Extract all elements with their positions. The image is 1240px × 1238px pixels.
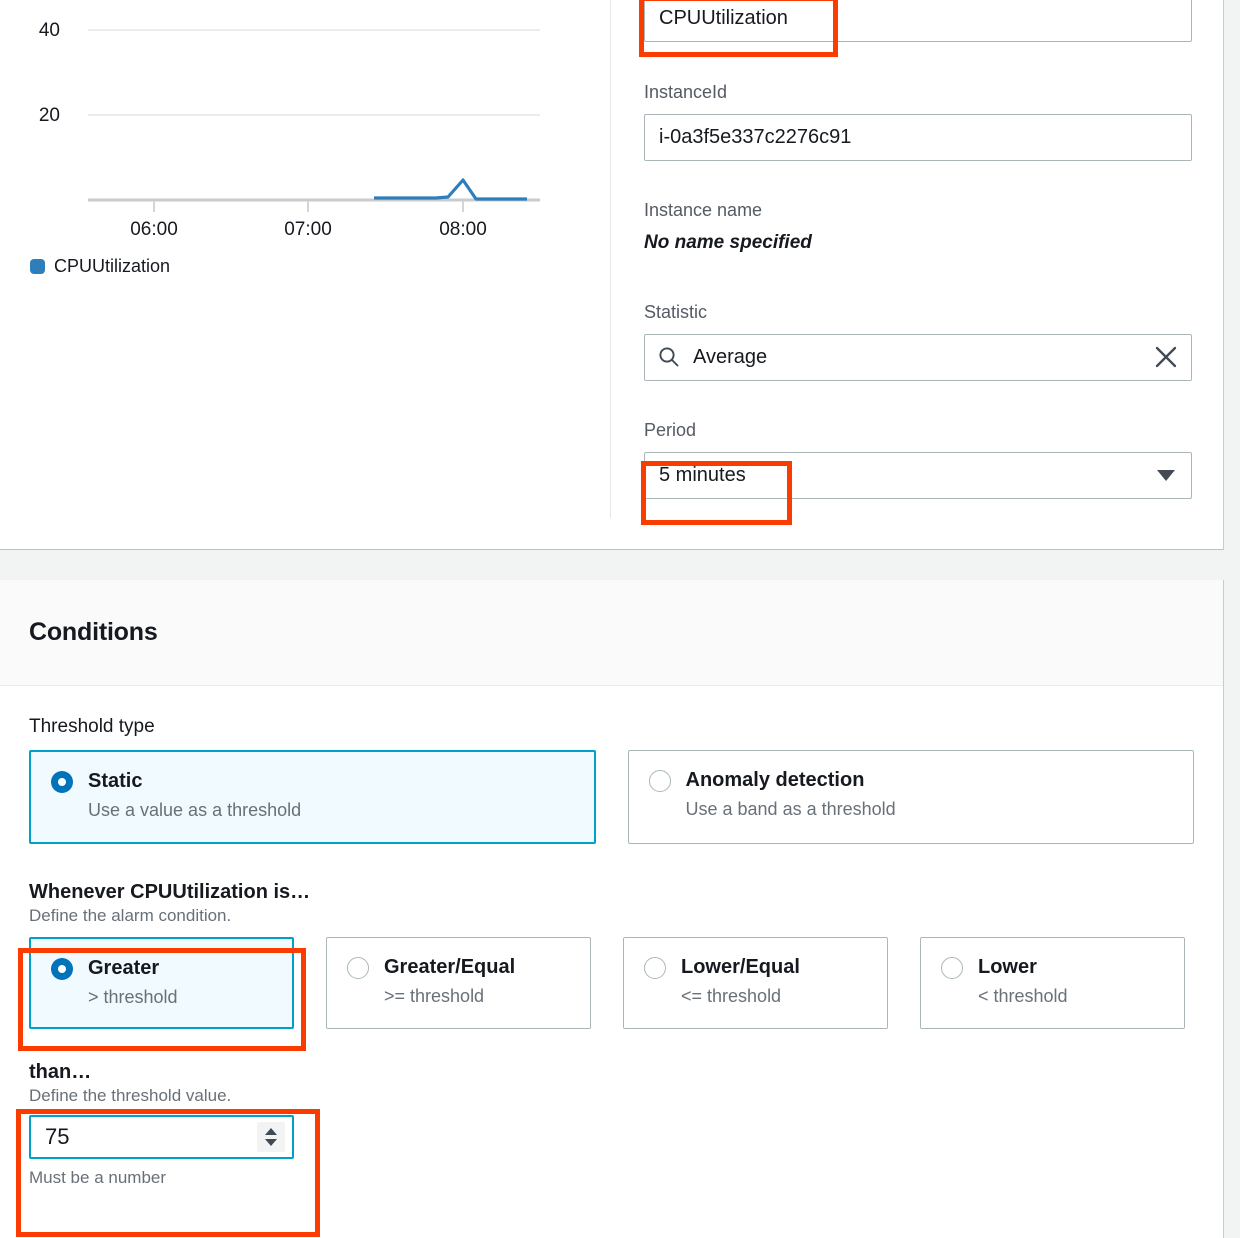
conditions-header: Conditions (0, 580, 1223, 686)
chevron-up-icon[interactable] (265, 1128, 277, 1135)
metric-name-value: CPUUtilization (659, 7, 788, 29)
conditions-title: Conditions (29, 618, 158, 646)
radio-icon[interactable] (648, 769, 671, 792)
close-icon[interactable] (1153, 344, 1179, 370)
tile-title: Greater (88, 957, 160, 979)
radio-icon[interactable] (941, 956, 963, 979)
radio-icon[interactable] (644, 956, 666, 979)
statistic-label: Statistic (644, 302, 708, 322)
conditions-panel: Conditions Threshold type Static Use a v… (0, 580, 1224, 1238)
x-axis-tick-label: 06:00 (130, 219, 178, 240)
operator-option-greater-equal[interactable]: Greater/Equal >= threshold (326, 937, 591, 1029)
series-line-cpuutilization (374, 178, 527, 201)
radio-icon[interactable] (51, 770, 73, 793)
threshold-type-option-anomaly-detection[interactable]: Anomaly detection Use a band as a thresh… (627, 750, 1194, 844)
threshold-type-options: Static Use a value as a threshold Anomal… (29, 750, 1194, 844)
threshold-value-field: 75 (29, 1115, 294, 1159)
instance-name-label: Instance name (644, 200, 763, 220)
whenever-hint: Define the alarm condition. (29, 906, 232, 925)
instance-id-label: InstanceId (644, 82, 728, 102)
chevron-down-icon (1157, 469, 1175, 481)
threshold-type-label: Threshold type (29, 716, 155, 737)
operator-option-lower[interactable]: Lower < threshold (920, 937, 1185, 1029)
instance-id-input[interactable]: i-0a3f5e337c2276c91 (644, 113, 1192, 161)
threshold-value-input[interactable]: 75 (29, 1115, 294, 1159)
chart-svg (88, 29, 540, 212)
tile-title: Greater/Equal (384, 956, 516, 978)
threshold-value: 75 (45, 1124, 70, 1149)
legend-label: CPUUtilization (54, 256, 171, 276)
chevron-down-icon[interactable] (265, 1139, 277, 1146)
statistic-input[interactable]: Average (644, 333, 1192, 381)
statistic-value: Average (693, 345, 768, 368)
operator-option-lower-equal[interactable]: Lower/Equal <= threshold (623, 937, 888, 1029)
legend-color-swatch (30, 259, 45, 274)
chart-legend[interactable]: CPUUtilization (30, 256, 170, 277)
comparison-operator-options: Greater > threshold Greater/Equal >= thr… (29, 937, 1194, 1029)
instance-id-value: i-0a3f5e337c2276c91 (659, 125, 852, 148)
tile-title: Anomaly detection (685, 769, 865, 791)
conditions-body: Threshold type Static Use a value as a t… (0, 686, 1223, 1188)
tile-subtitle: > threshold (88, 987, 178, 1007)
x-axis-tick-label: 07:00 (284, 219, 332, 240)
y-axis-tick-label: 20 (38, 105, 60, 126)
quantity-stepper[interactable] (257, 1122, 285, 1152)
instance-name-value: No name specified (644, 231, 812, 253)
x-axis-tick-label: 08:00 (439, 219, 487, 240)
tile-subtitle: Use a value as a threshold (88, 800, 302, 820)
tile-subtitle: Use a band as a threshold (685, 799, 896, 819)
period-select[interactable]: 5 minutes (644, 451, 1192, 499)
metric-preview-panel: 40 20 06:00 07:00 08:00 CPUUtilization C… (0, 0, 1224, 550)
threshold-value-constraint: Must be a number (29, 1168, 167, 1187)
period-label: Period (644, 420, 697, 440)
tile-subtitle: <= threshold (681, 986, 782, 1006)
search-icon (659, 347, 679, 367)
tile-title: Lower/Equal (681, 956, 800, 978)
tile-title: Static (88, 770, 143, 792)
y-axis-tick-label: 40 (38, 20, 60, 41)
operator-option-greater[interactable]: Greater > threshold (29, 937, 294, 1029)
than-hint: Define the threshold value. (29, 1086, 232, 1105)
tile-subtitle: < threshold (978, 986, 1068, 1006)
metric-preview-chart: 40 20 06:00 07:00 08:00 CPUUtilization (0, 0, 600, 290)
period-value: 5 minutes (659, 463, 746, 486)
threshold-type-option-static[interactable]: Static Use a value as a threshold (29, 750, 596, 844)
than-label: than… (29, 1061, 92, 1083)
cloudwatch-alarm-form: 40 20 06:00 07:00 08:00 CPUUtilization C… (0, 0, 1240, 1238)
radio-icon[interactable] (347, 956, 369, 979)
radio-icon[interactable] (51, 957, 73, 980)
whenever-label: Whenever CPUUtilization is… (29, 881, 311, 903)
tile-subtitle: >= threshold (384, 986, 485, 1006)
tile-title: Lower (978, 956, 1037, 978)
metric-name-input[interactable]: CPUUtilization (644, 0, 1192, 42)
panel-divider (610, 0, 611, 518)
